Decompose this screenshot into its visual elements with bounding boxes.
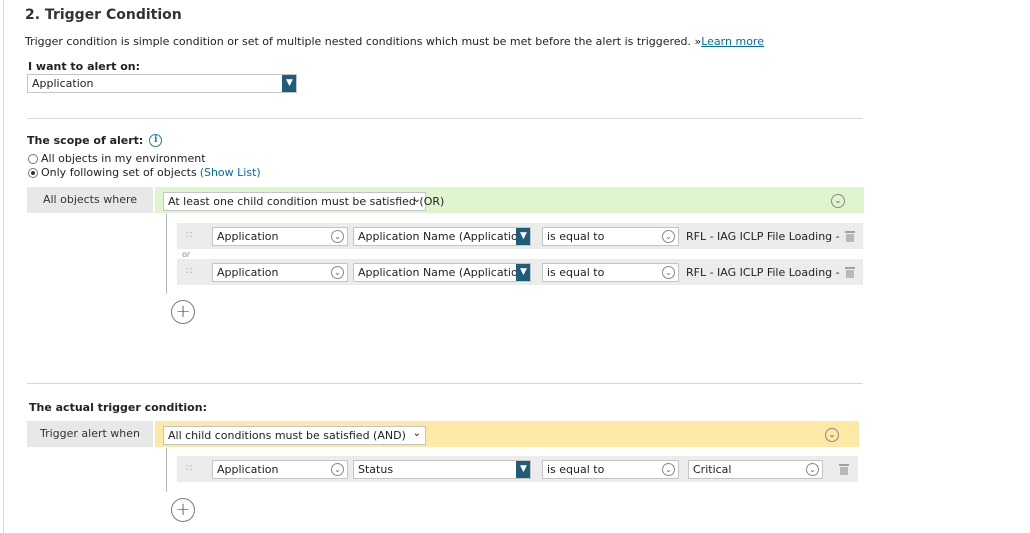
entity-value: Application	[217, 266, 279, 279]
operator-value: is equal to	[547, 266, 605, 279]
chevron-down-icon: ⌄	[662, 463, 675, 476]
drag-handle-icon[interactable]: ∷	[186, 230, 192, 241]
drag-handle-icon[interactable]: ∷	[186, 463, 192, 474]
left-border	[3, 0, 4, 533]
trigger-group-mode-select[interactable]: All child conditions must be satisfied (…	[163, 426, 426, 445]
trash-icon[interactable]	[845, 267, 855, 278]
entity-select[interactable]: Application ⌄	[212, 460, 348, 479]
operator-select[interactable]: is equal to ⌄	[542, 227, 679, 246]
entity-value: Application	[217, 230, 279, 243]
chevron-down-icon: ⌄	[806, 463, 819, 476]
trigger-tree-line	[166, 448, 167, 492]
property-value: Application Name (Application Al	[358, 266, 531, 279]
condition-value-text[interactable]: RFL - IAG ICLP File Loading -	[686, 230, 840, 243]
property-select[interactable]: Application Name (Application Al ▼	[353, 263, 531, 282]
scope-group-mode-value: At least one child condition must be sat…	[168, 195, 445, 208]
section-description: Trigger condition is simple condition or…	[25, 35, 764, 48]
scope-group-label: All objects where	[27, 187, 153, 213]
property-value: Status	[358, 463, 394, 476]
alert-on-select[interactable]: Application ▼	[27, 74, 297, 93]
chevron-down-icon: ⌄	[412, 428, 421, 439]
entity-select[interactable]: Application ⌄	[212, 263, 348, 282]
scope-group-mode-select[interactable]: At least one child condition must be sat…	[163, 192, 444, 211]
trigger-group-mode-value: All child conditions must be satisfied (…	[168, 429, 406, 442]
operator-select[interactable]: is equal to ⌄	[542, 460, 679, 479]
chevron-down-icon: ⌄	[662, 230, 675, 243]
collapse-toggle-icon[interactable]: ⌄	[831, 194, 845, 208]
scope-header: The scope of alert: i	[27, 134, 163, 147]
radio-button[interactable]	[28, 153, 38, 164]
property-select[interactable]: Status ▼	[353, 460, 531, 479]
chevron-down-icon: ⌄	[412, 194, 421, 205]
or-label: or	[182, 250, 191, 259]
entity-value: Application	[217, 463, 279, 476]
chevron-down-icon: ▼	[516, 264, 530, 281]
scope-label: The scope of alert:	[27, 134, 144, 147]
add-condition-button[interactable]: +	[171, 498, 195, 522]
property-select[interactable]: Application Name (Application Al ▼	[353, 227, 531, 246]
operator-value: is equal to	[547, 463, 605, 476]
trash-icon[interactable]	[839, 464, 849, 475]
add-condition-button[interactable]: +	[171, 300, 195, 324]
chevron-down-icon: ⌄	[662, 266, 675, 279]
radio-following-objects[interactable]: Only following set of objects (Show List…	[28, 166, 261, 179]
trash-icon[interactable]	[845, 231, 855, 242]
chevron-down-icon: ⌄	[331, 463, 344, 476]
entity-select[interactable]: Application ⌄	[212, 227, 348, 246]
description-text: Trigger condition is simple condition or…	[25, 35, 702, 48]
radio-button-selected[interactable]	[28, 167, 38, 178]
radio-following-label: Only following set of objects	[41, 166, 197, 179]
property-value: Application Name (Application Al	[358, 230, 531, 243]
collapse-toggle-icon[interactable]: ⌄	[825, 428, 839, 442]
trigger-group-label: Trigger alert when	[27, 421, 153, 447]
drag-handle-icon[interactable]: ∷	[186, 266, 192, 277]
chevron-down-icon: ▼	[282, 75, 296, 92]
chevron-down-icon: ⌄	[331, 230, 344, 243]
divider	[27, 383, 863, 384]
chevron-down-icon: ▼	[516, 228, 530, 245]
learn-more-link[interactable]: Learn more	[701, 35, 764, 48]
show-list-link[interactable]: (Show List)	[200, 166, 261, 179]
radio-all-objects[interactable]: All objects in my environment	[28, 152, 206, 165]
section-title: 2. Trigger Condition	[25, 7, 182, 23]
scope-tree-line	[166, 214, 167, 294]
info-icon[interactable]: i	[149, 134, 163, 147]
chevron-down-icon: ▼	[516, 461, 530, 478]
condition-value: Critical	[693, 463, 732, 476]
trigger-label: The actual trigger condition:	[29, 401, 207, 414]
radio-all-label: All objects in my environment	[41, 152, 206, 165]
operator-select[interactable]: is equal to ⌄	[542, 263, 679, 282]
operator-value: is equal to	[547, 230, 605, 243]
divider	[27, 118, 863, 119]
chevron-down-icon: ⌄	[331, 266, 344, 279]
condition-value-text[interactable]: RFL - IAG ICLP File Loading -	[686, 266, 840, 279]
alert-on-value: Application	[32, 77, 94, 90]
alert-on-label: I want to alert on:	[28, 60, 141, 73]
condition-value-select[interactable]: Critical ⌄	[688, 460, 823, 479]
